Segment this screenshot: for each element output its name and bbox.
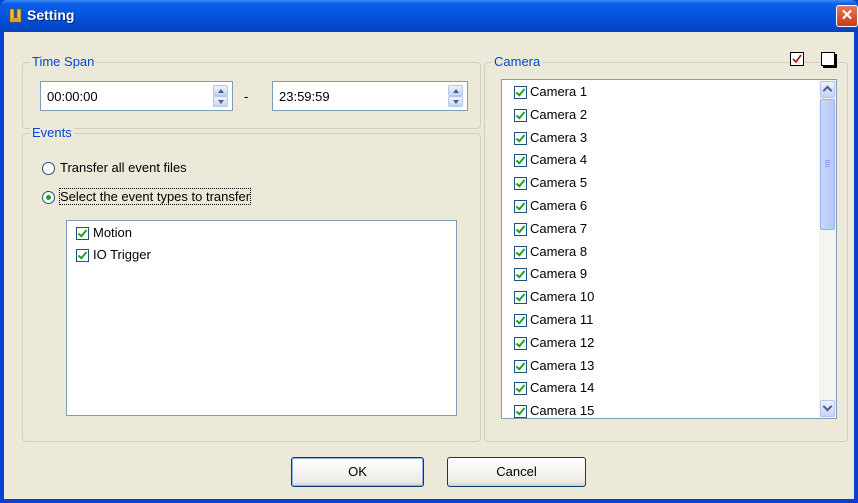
event-type-item-io-trigger[interactable]: IO Trigger <box>67 244 456 266</box>
camera-label: Camera 3 <box>530 129 588 145</box>
scroll-down-button[interactable] <box>820 400 835 417</box>
select-types-label[interactable]: Select the event types to transfer <box>58 188 252 205</box>
camera-item[interactable]: Camera 7 <box>502 218 819 240</box>
camera-checkbox[interactable] <box>514 382 527 396</box>
camera-checkbox[interactable] <box>514 291 527 305</box>
camera-label: Camera 12 <box>530 334 595 350</box>
camera-checkbox[interactable] <box>514 131 527 145</box>
start-time-input[interactable]: 00:00:00 <box>40 81 233 111</box>
camera-checkbox[interactable] <box>514 200 527 213</box>
camera-checkbox[interactable] <box>514 222 527 236</box>
camera-checkbox[interactable] <box>514 359 527 373</box>
transfer-all-radio[interactable] <box>42 162 55 175</box>
camera-checkbox[interactable] <box>514 86 527 99</box>
camera-label: Camera 15 <box>530 403 595 419</box>
time-span-legend: Time Span <box>30 54 97 69</box>
end-time-down-button[interactable] <box>448 96 463 107</box>
camera-legend: Camera <box>492 54 543 69</box>
camera-item[interactable]: Camera 3 <box>502 127 819 149</box>
end-time-value: 23:59:59 <box>279 89 330 104</box>
app-icon <box>9 8 22 23</box>
camera-label: Camera 5 <box>530 175 588 191</box>
transfer-all-label[interactable]: Transfer all event files <box>60 160 187 175</box>
camera-label: Camera 14 <box>530 380 595 396</box>
scroll-up-button[interactable] <box>820 81 835 98</box>
event-type-item-motion[interactable]: Motion <box>67 222 456 244</box>
title-bar[interactable]: Setting ✕ <box>0 0 858 32</box>
camera-item[interactable]: Camera 6 <box>502 195 819 217</box>
camera-label: Camera 10 <box>530 289 595 305</box>
check-all-icon[interactable] <box>790 52 804 66</box>
camera-label: Camera 6 <box>530 198 588 213</box>
camera-item[interactable]: Camera 11 <box>502 309 819 331</box>
camera-checkbox[interactable] <box>514 268 527 282</box>
io-trigger-checkbox[interactable] <box>76 249 89 262</box>
camera-label: Camera 9 <box>530 266 588 282</box>
camera-item[interactable]: Camera 8 <box>502 241 819 263</box>
camera-item[interactable]: Camera 1 <box>502 81 819 103</box>
end-time-input[interactable]: 23:59:59 <box>272 81 468 111</box>
camera-item[interactable]: Camera 10 <box>502 286 819 308</box>
camera-label: Camera 1 <box>530 84 588 99</box>
dialog-body: Time Span 00:00:00 - 23:59:59 Events Tra… <box>4 32 854 499</box>
window-title: Setting <box>27 7 75 23</box>
event-type-label: Motion <box>93 225 133 240</box>
camera-label: Camera 4 <box>530 152 588 168</box>
camera-checkbox[interactable] <box>514 154 527 168</box>
motion-checkbox[interactable] <box>76 227 89 240</box>
camera-checkbox[interactable] <box>514 108 527 122</box>
camera-item[interactable]: Camera 5 <box>502 172 819 194</box>
close-button[interactable]: ✕ <box>836 5 858 27</box>
camera-item[interactable]: Camera 2 <box>502 104 819 126</box>
camera-checkbox[interactable] <box>514 245 527 259</box>
end-time-up-button[interactable] <box>448 85 463 96</box>
cancel-button[interactable]: Cancel <box>447 457 586 487</box>
scroll-thumb[interactable] <box>820 99 835 230</box>
camera-label: Camera 2 <box>530 106 588 122</box>
camera-checkbox[interactable] <box>514 177 527 191</box>
ok-button[interactable]: OK <box>291 457 424 487</box>
camera-label: Camera 11 <box>530 312 594 327</box>
camera-list-scrollbar[interactable] <box>819 80 836 418</box>
events-legend: Events <box>30 125 74 140</box>
camera-list: Camera 1 Camera 2 Camera 3 Camera 4 Camera 5… <box>501 79 837 419</box>
time-separator: - <box>244 89 249 104</box>
camera-item[interactable]: Camera 14 <box>502 377 819 399</box>
close-icon: ✕ <box>840 7 854 24</box>
start-time-value: 00:00:00 <box>47 89 98 104</box>
camera-item[interactable]: Camera 9 <box>502 263 819 285</box>
camera-item[interactable]: Camera 4 <box>502 149 819 171</box>
camera-checkbox[interactable] <box>514 336 527 350</box>
start-time-up-button[interactable] <box>213 85 228 96</box>
event-type-label: IO Trigger <box>93 247 151 262</box>
camera-item[interactable]: Camera 12 <box>502 332 819 354</box>
camera-label: Camera 13 <box>530 357 595 373</box>
camera-item[interactable]: Camera 13 <box>502 355 819 377</box>
uncheck-all-icon[interactable] <box>821 52 835 66</box>
settings-dialog: Setting ✕ Time Span 00:00:00 - 23:59:59 … <box>0 0 858 503</box>
select-types-radio[interactable] <box>42 191 55 204</box>
start-time-down-button[interactable] <box>213 96 228 107</box>
camera-checkbox[interactable] <box>514 405 527 418</box>
camera-label: Camera 7 <box>530 220 588 236</box>
camera-checkbox[interactable] <box>514 314 527 327</box>
event-types-list: Motion IO Trigger <box>66 220 457 416</box>
camera-item[interactable]: Camera 15 <box>502 400 819 419</box>
camera-label: Camera 8 <box>530 243 588 259</box>
